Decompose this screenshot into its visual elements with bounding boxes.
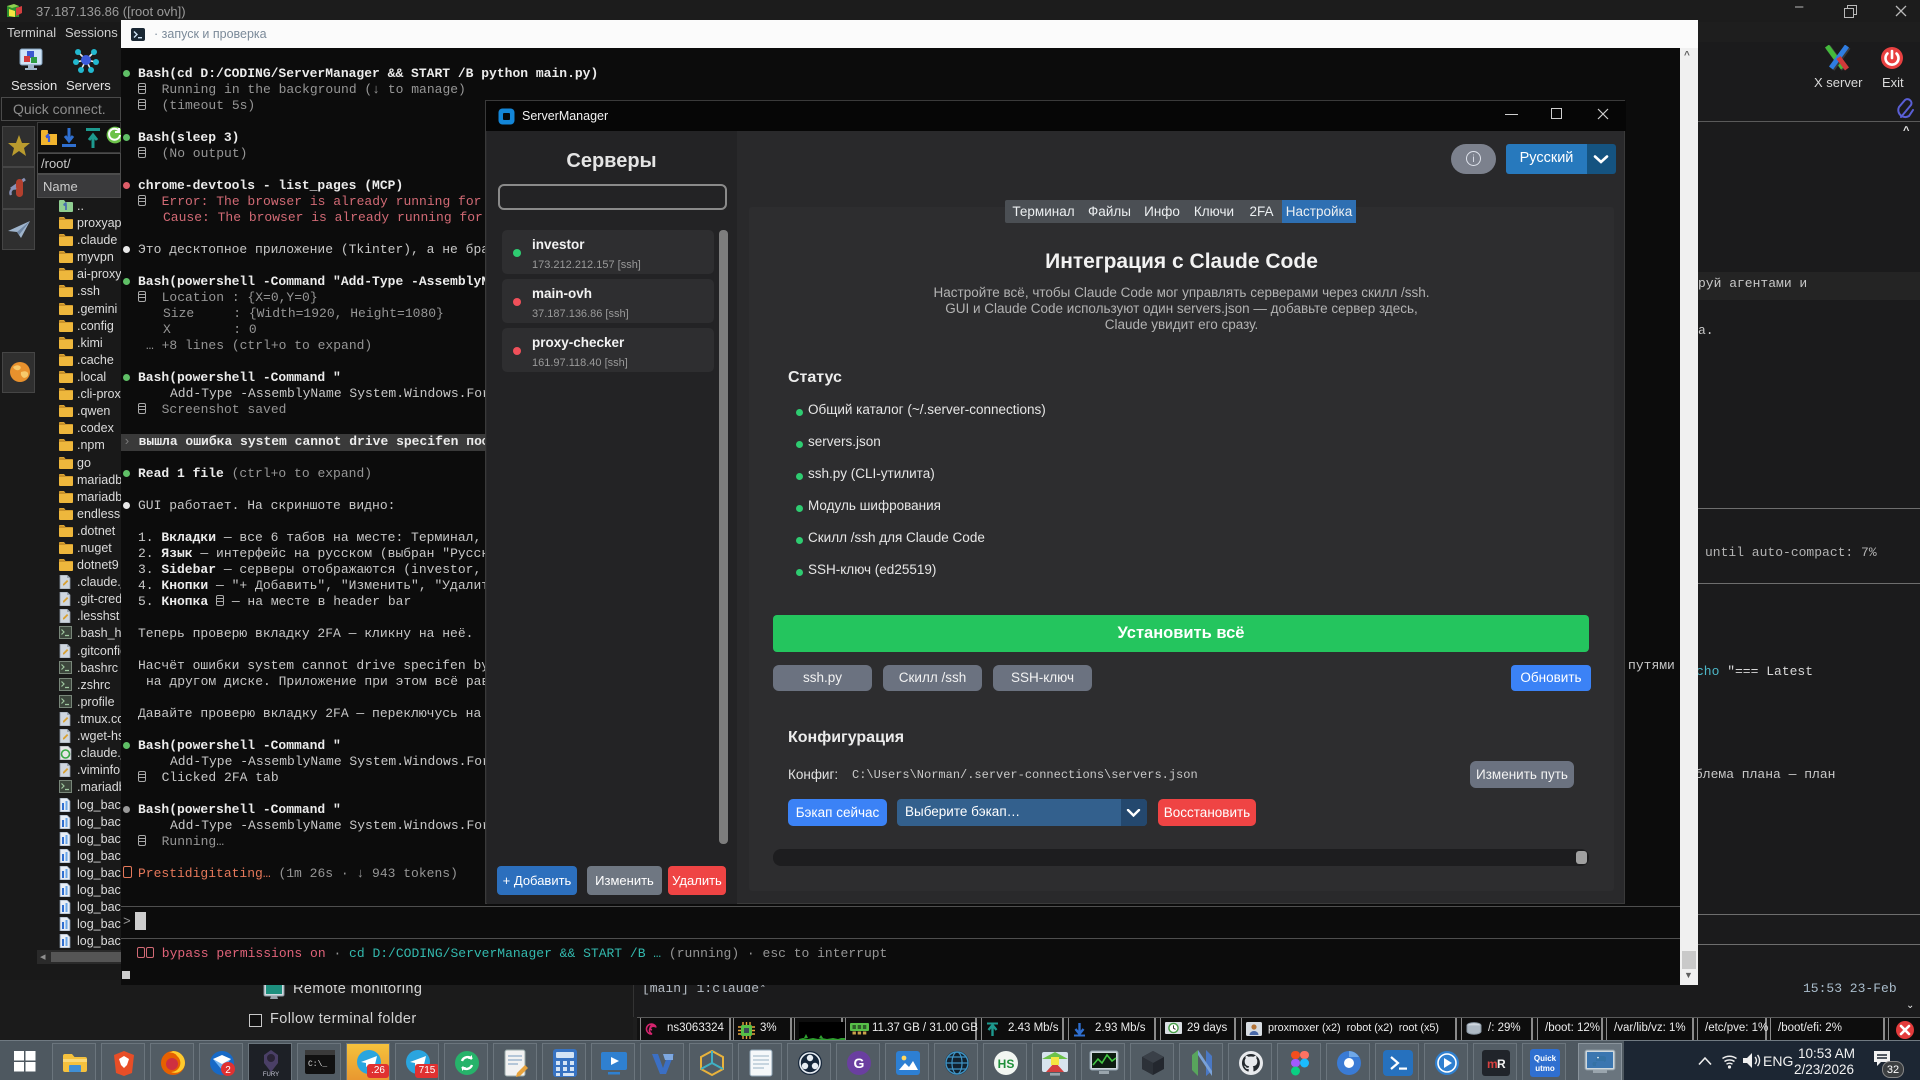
svg-text:HS: HS: [998, 1057, 1015, 1071]
svg-text:C:\_: C:\_: [308, 1060, 327, 1069]
svg-text:FURY: FURY: [263, 1072, 279, 1078]
svg-text:Quick: Quick: [1534, 1054, 1557, 1063]
svg-text:G: G: [854, 1055, 865, 1071]
svg-text:2: 2: [225, 1065, 231, 1076]
svg-text:R: R: [1497, 1057, 1506, 1071]
svg-text:utmo: utmo: [1535, 1064, 1555, 1073]
